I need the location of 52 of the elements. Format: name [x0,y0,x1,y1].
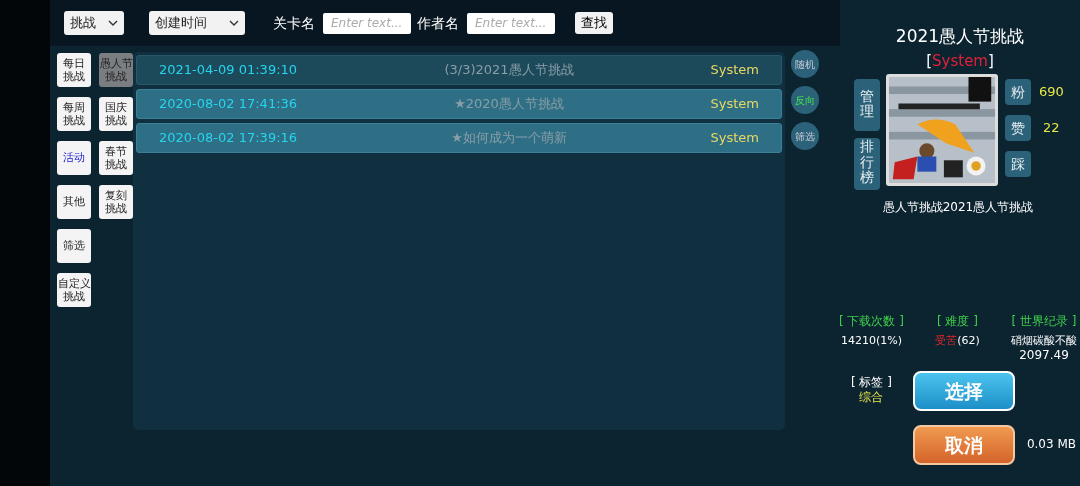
category-button[interactable]: 每周挑战 [57,97,91,131]
fans-button[interactable]: 粉 [1004,79,1031,105]
level-title: 2021愚人节挑战 [895,25,1025,48]
author-name: System [709,95,759,114]
list-row[interactable]: 2020-08-02 17:41:36 ★2020愚人节挑战 System [136,89,782,119]
tag-value: 综合 [859,391,884,403]
field-label: 关卡名 [273,13,315,33]
count-label: 22 [1043,119,1060,138]
category-button[interactable]: 愚人节挑战 [99,53,133,87]
level-name: (3/3)2021愚人节挑战 [443,61,575,80]
round-button[interactable]: 随机 [791,50,819,78]
round-button[interactable]: 反向 [791,86,819,114]
text-field[interactable]: Enter text... [467,12,555,34]
dropdown[interactable]: 创建时间 [149,11,245,35]
like-button[interactable]: 赞 [1004,115,1031,141]
caret-icon [229,20,239,26]
stat-header: [ 难度 ] [937,312,978,330]
category-button[interactable]: 国庆挑战 [99,97,133,131]
search-button[interactable]: 查找 [575,12,613,34]
dislike-button[interactable]: 踩 [1004,151,1031,177]
category-button[interactable]: 每日挑战 [57,53,91,87]
list-row[interactable]: 2021-04-09 01:39:10 (3/3)2021愚人节挑战 System [136,55,782,85]
category-button[interactable]: 自定义挑战 [57,273,91,307]
stat-header: [ 下载次数 ] [839,312,904,330]
level-name: ★2020愚人节挑战 [453,95,565,114]
field-label: 作者名 [417,13,459,33]
category-button[interactable]: 筛选 [57,229,91,263]
ranking-button[interactable]: 排行榜 [853,137,880,190]
category-button[interactable]: 其他 [57,185,91,219]
created-time: 2021-04-09 01:39:10 [159,61,299,80]
category-button[interactable]: 春节挑战 [99,141,133,175]
round-button[interactable]: 筛选 [791,122,819,150]
category-button[interactable]: 活动 [57,141,91,175]
dropdown[interactable]: 挑战 [64,11,124,35]
stat-value: 14210(1%) [841,332,902,349]
file-size: 0.03 MB [1026,436,1076,453]
author-name: System [709,61,759,80]
created-time: 2020-08-02 17:41:36 [159,95,299,114]
count-label: 690 [1039,83,1064,102]
author-label: [System] [926,50,994,72]
author-name: System [709,129,759,148]
text-field[interactable]: Enter text... [323,12,411,34]
stat-value: 硝烟碳酸不酸 [1011,332,1077,349]
stat-value: 受苦(62) [935,332,980,349]
manage-button[interactable]: 管理 [853,79,880,131]
tag-header: [ 标签 ] [850,374,892,391]
caret-icon [108,20,118,26]
created-time: 2020-08-02 17:39:16 [159,129,299,148]
stat-value: 2097.49 [1019,349,1069,361]
level-caption: 愚人节挑战2021愚人节挑战 [882,198,1034,216]
category-button[interactable]: 复刻挑战 [99,185,133,219]
stat-header: [ 世界纪录 ] [1011,312,1077,330]
